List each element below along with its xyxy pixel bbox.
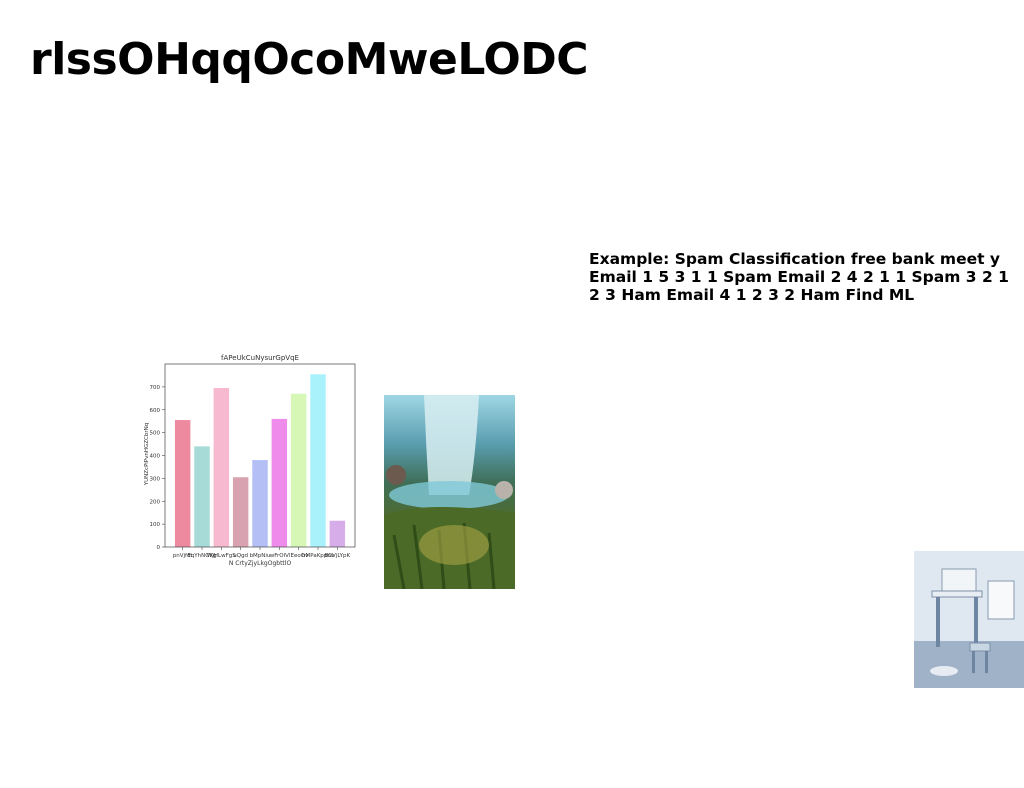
y-tick-label: 500 [150,431,161,437]
bar [252,460,268,547]
x-tick-label: BCVjLYpK [325,553,351,559]
y-tick-label: 100 [150,522,161,528]
bar [174,420,191,547]
y-tick-label: 400 [150,454,161,460]
y-tick-label: 200 [150,499,161,505]
bar-chart-svg: fAPeUkCuNysurGpVqE YUNZcPiPvnHGZCbrNq N … [144,354,356,567]
x-tick-label: wFrOlV [270,553,289,559]
x-tick-label: bMpNiu [250,553,271,559]
bar [290,393,307,547]
chart-xlabel: N CrtyZjyLkgOgbttlO [229,560,292,567]
y-tick-label: 700 [150,385,161,391]
room-photo [914,551,1024,688]
bar-chart: fAPeUkCuNysurGpVqE YUNZcPiPvnHGZCbrNq N … [138,350,364,570]
slide-body-text: Example: Spam Classification free bank m… [589,250,1009,304]
bar [194,446,210,547]
bar [329,520,346,547]
x-tick-label: uQgd [233,553,248,559]
bar [213,388,230,547]
waterfall-landscape-icon [384,395,515,589]
chart-title: fAPeUkCuNysurGpVqE [221,354,299,362]
x-tick-label: WjHLwFgS [207,553,236,559]
waterfall-photo [384,395,515,589]
bar [310,374,326,547]
y-tick-label: 600 [150,408,161,414]
slide-title: rlssOHqqOcoMweLODC [30,34,589,85]
y-tick-label: 300 [150,476,161,482]
bar [232,477,249,547]
bar [271,418,288,547]
y-tick-label: 0 [157,545,161,551]
study-room-icon [914,551,1024,688]
